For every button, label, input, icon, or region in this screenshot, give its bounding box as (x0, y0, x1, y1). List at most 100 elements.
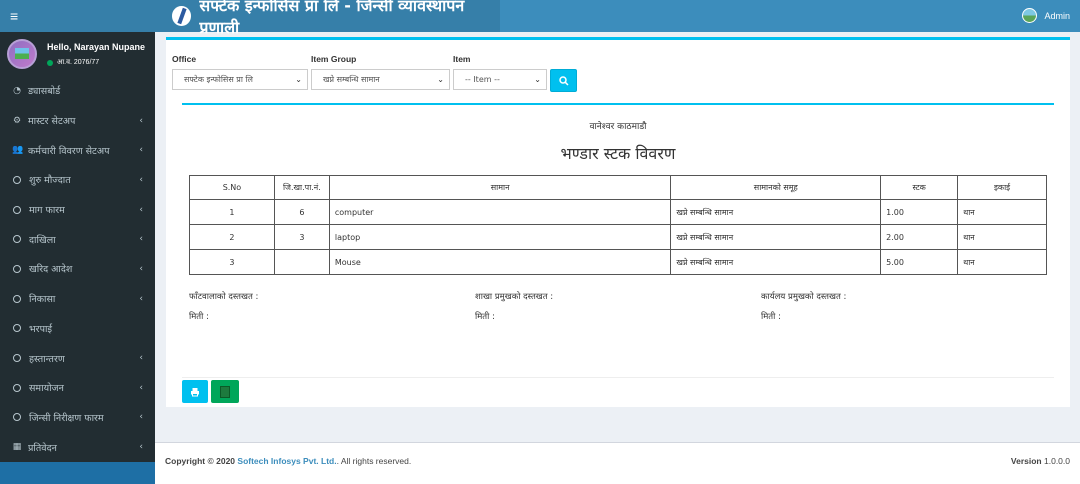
table-cell-ledger: 3 (273, 224, 330, 250)
sidebar-item[interactable]: ◔ ड्यासबोर्ड (0, 76, 155, 106)
table-cell-unit: थान (957, 249, 1047, 275)
table-cell-unit: थान (957, 224, 1047, 250)
print-button[interactable] (182, 380, 208, 403)
sidebar-menu: ◔ ड्यासबोर्ड ⚙ मास्टर सेटअप ‹ 👥 कर्मचारी विवरण… (0, 76, 155, 462)
column-header: जि.खा.पा.नं. (273, 175, 330, 200)
sidebar-item-label: प्रतिवेदन (28, 442, 57, 454)
fiscal-year-status: आ.व. 2076/77 (47, 58, 99, 67)
report-title: भण्डार स्टक विवरण (560, 144, 676, 163)
user-menu[interactable]: Admin (1022, 8, 1070, 23)
chevron-left-icon: ‹ (139, 293, 143, 304)
table-cell-ledger: 6 (273, 199, 330, 225)
office-select-value: सफ्टेक इन्फोसिस प्रा लि (184, 75, 253, 84)
filter-bar: Office सफ्टेक इन्फोसिस प्रा लि ⌄ Item Gr… (172, 54, 577, 92)
table-cell-group: खप्ने सम्बन्धि सामान (670, 249, 882, 275)
column-header: S.No (189, 175, 275, 200)
user-menu-label: Admin (1044, 10, 1070, 21)
signature-block: फाँटवालाको दस्तखत : शाखा प्रमुखको दस्तखत… (189, 291, 1047, 331)
circle-icon (13, 324, 21, 333)
sidebar-item-label: खरिद आदेश (29, 264, 73, 276)
chevron-down-icon: ⌄ (295, 75, 302, 84)
app-title: सफ्टेक इन्फोसिस प्रा लि - जिन्सी व्यावस्… (199, 0, 465, 37)
online-dot-icon (47, 59, 53, 66)
sidebar-item-label: समायोजन (29, 383, 64, 395)
sidebar-item[interactable]: शुरु मौज्दात ‹ (0, 165, 155, 195)
chevron-down-icon: ⌄ (437, 75, 444, 84)
sidebar-item-label: भरपाई (29, 323, 53, 335)
sidebar-item[interactable]: भरपाई (0, 314, 155, 344)
logo-area: ≡ (0, 0, 155, 32)
search-button[interactable] (550, 69, 577, 92)
sidebar-item[interactable]: निकासा ‹ (0, 284, 155, 314)
table-cell-item: laptop (328, 224, 672, 250)
sidebar-item-active[interactable] (0, 462, 155, 484)
office-filter: Office सफ्टेक इन्फोसिस प्रा लि ⌄ (172, 54, 308, 92)
item-group-label: Item Group (311, 54, 357, 64)
signature-branch-head: शाखा प्रमुखको दस्तखत : (475, 292, 554, 302)
column-header: सामानको समूह (670, 175, 882, 200)
table-cell-stock: 2.00 (880, 224, 959, 250)
version: Version 1.0.0.0 (1011, 456, 1070, 466)
sidebar-item[interactable]: माग फारम ‹ (0, 195, 155, 225)
table-cell-sno: 3 (189, 249, 275, 275)
branch-name: वानेश्वर काठमाडौ (589, 122, 647, 132)
table-cell-stock: 5.00 (880, 249, 959, 275)
page-footer: Copyright © 2020 Softech Infosys Pvt. Lt… (155, 442, 1080, 484)
sidebar-item[interactable]: हस्तान्तरण ‹ (0, 343, 155, 373)
table-row: 2 3 laptop खप्ने सम्बन्धि सामान 2.00 थान (189, 224, 1047, 250)
export-excel-button[interactable] (211, 380, 239, 403)
user-panel: Hello, Narayan Nupane आ.व. 2076/77 (0, 32, 155, 76)
sidebar-item[interactable]: 👥 कर्मचारी विवरण सेटअप ‹ (0, 135, 155, 165)
sidebar-item[interactable]: दाखिला ‹ (0, 224, 155, 254)
date-label: मिती : (475, 312, 495, 322)
table-row: 1 6 computer खप्ने सम्बन्धि सामान 1.00 थान (189, 199, 1047, 225)
item-group-select[interactable]: खप्ने सम्बन्धि सामान ⌄ (311, 69, 450, 90)
hamburger-icon[interactable]: ≡ (10, 9, 18, 23)
chevron-left-icon: ‹ (139, 115, 143, 126)
office-select[interactable]: सफ्टेक इन्फोसिस प्रा लि ⌄ (172, 69, 308, 90)
item-label: Item (453, 54, 471, 64)
item-select[interactable]: -- Item -- ⌄ (453, 69, 547, 90)
sidebar-item[interactable]: ⚙ मास्टर सेटअप ‹ (0, 106, 155, 136)
users-icon: 👥 (12, 145, 24, 156)
sidebar-item-label: निकासा (29, 294, 56, 306)
sidebar-item[interactable]: जिन्सी निरीक्षण फारम ‹ (0, 403, 155, 433)
table-cell-item: computer (328, 199, 672, 225)
circle-icon (13, 294, 21, 303)
chevron-left-icon: ‹ (139, 174, 143, 185)
chevron-left-icon: ‹ (139, 145, 143, 156)
user-avatar-icon (1022, 8, 1038, 23)
app-brand: सफ्टेक इन्फोसिस प्रा लि - जिन्सी व्यावस्… (155, 0, 500, 37)
search-icon (558, 75, 569, 86)
chevron-left-icon: ‹ (139, 382, 143, 393)
item-select-value: -- Item -- (465, 75, 500, 84)
sidebar-item[interactable]: खरिद आदेश ‹ (0, 254, 155, 284)
circle-icon (13, 205, 21, 214)
sidebar: Hello, Narayan Nupane आ.व. 2076/77 ◔ ड्या… (0, 32, 155, 484)
dashboard-icon: ◔ (13, 85, 21, 96)
company-link[interactable]: Softech Infosys Pvt. Ltd. (237, 456, 336, 466)
sidebar-item-label: दाखिला (29, 234, 56, 246)
stock-table: S.No जि.खा.पा.नं. सामान सामानको समूह स्ट… (189, 175, 1047, 275)
table-row: 3 Mouse खप्ने सम्बन्धि सामान 5.00 थान (189, 249, 1047, 275)
chevron-left-icon: ‹ (139, 204, 143, 215)
report-box: Office सफ्टेक इन्फोसिस प्रा लि ⌄ Item Gr… (166, 37, 1070, 407)
app-logo-icon (172, 6, 192, 26)
column-header: सामान (328, 175, 672, 200)
sidebar-item[interactable]: समायोजन ‹ (0, 373, 155, 403)
table-cell-group: खप्ने सम्बन्धि सामान (670, 199, 882, 225)
item-filter: Item -- Item -- ⌄ (453, 54, 547, 92)
column-header: इकाई (957, 175, 1047, 200)
date-label: मिती : (761, 312, 781, 322)
sidebar-item[interactable]: ▦ प्रतिवेदन ‹ (0, 432, 155, 462)
date-label: मिती : (189, 312, 209, 322)
signature-office-head: कार्यलय प्रमुखको दस्तखत : (761, 292, 847, 302)
chevron-left-icon: ‹ (139, 442, 143, 453)
chevron-left-icon: ‹ (139, 353, 143, 364)
chevron-left-icon: ‹ (139, 412, 143, 423)
circle-icon (13, 354, 21, 363)
table-cell-group: खप्ने सम्बन्धि सामान (670, 224, 882, 250)
circle-icon (13, 264, 21, 273)
column-header: स्टक (880, 175, 959, 200)
avatar (7, 39, 37, 69)
